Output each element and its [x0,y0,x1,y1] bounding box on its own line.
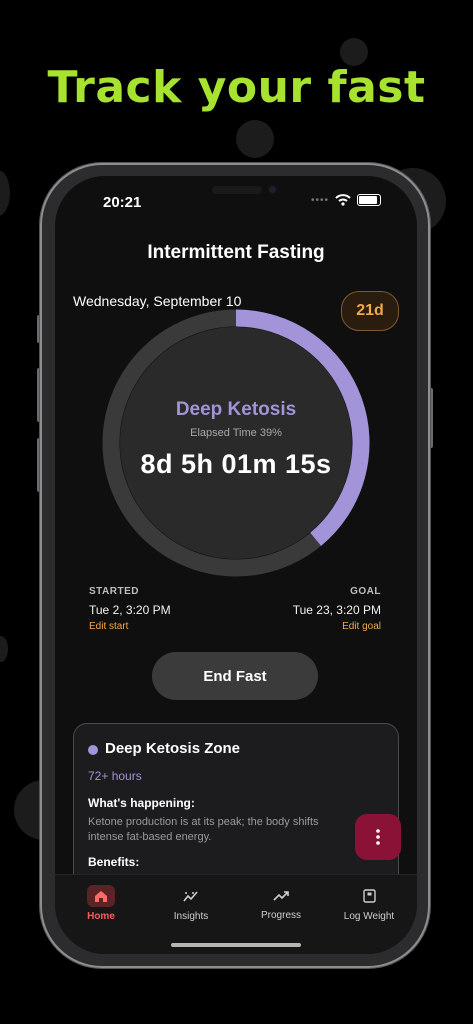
progress-center: Deep Ketosis Elapsed Time 39% 8d 5h 01m … [101,308,371,578]
headline: Track your fast [47,62,426,113]
edit-goal-link[interactable]: Edit goal [342,621,381,632]
tab-label: Progress [260,910,301,921]
benefits-heading: Benefits: [88,855,140,869]
tab-home[interactable]: Home [61,885,141,922]
speaker-grille [212,186,262,194]
home-icon [87,885,115,907]
started-value: Tue 2, 3:20 PM [89,603,171,617]
battery-icon [357,194,381,206]
home-indicator [171,943,301,947]
insights-icon [177,885,205,907]
more-vertical-icon [376,829,380,845]
tab-bar: Home Insights Progress Log Weight [55,874,417,954]
wifi-icon [335,194,351,206]
edit-start-link[interactable]: Edit start [89,621,128,632]
weight-scale-icon [355,885,383,907]
tab-label: Log Weight [343,911,395,922]
tab-progress[interactable]: Progress [241,885,321,921]
zone-title: Deep Ketosis Zone [105,740,241,757]
elapsed-timer: 8d 5h 01m 15s [140,448,332,479]
happening-heading: What's happening: [88,796,195,810]
fasting-phase: Deep Ketosis [175,398,297,420]
background-circle [0,170,10,216]
tab-label: Home [87,910,115,922]
tab-log-weight[interactable]: Log Weight [329,885,409,922]
background-circle [0,636,8,662]
status-time: 20:21 [103,194,142,211]
page-title: Intermittent Fasting [147,242,325,263]
end-fast-button[interactable]: End Fast [152,652,318,700]
happening-text: Ketone production is at its peak; the bo… [88,816,319,843]
elapsed-label: Elapsed Time 39% [190,426,282,439]
phone-screen: 20:21 •••• Intermittent Fasting Wednesda… [55,176,417,954]
trend-up-icon [267,885,295,907]
goal-value: Tue 23, 3:20 PM [292,603,381,617]
started-label: STARTED [89,586,139,597]
zone-hours: 72+ hours [88,769,142,783]
current-date: Wednesday, September 10 [73,293,242,309]
front-camera [267,184,278,195]
status-icons: •••• [311,194,381,206]
zone-card: Deep Ketosis Zone 72+ hours What's happe… [73,723,399,895]
zone-dot [88,745,98,755]
background-circle [236,120,274,158]
goal-label: GOAL [350,586,381,597]
signal-icon: •••• [310,194,329,206]
tab-insights[interactable]: Insights [151,885,231,922]
tab-label: Insights [173,910,209,922]
more-options-button[interactable] [355,814,401,860]
